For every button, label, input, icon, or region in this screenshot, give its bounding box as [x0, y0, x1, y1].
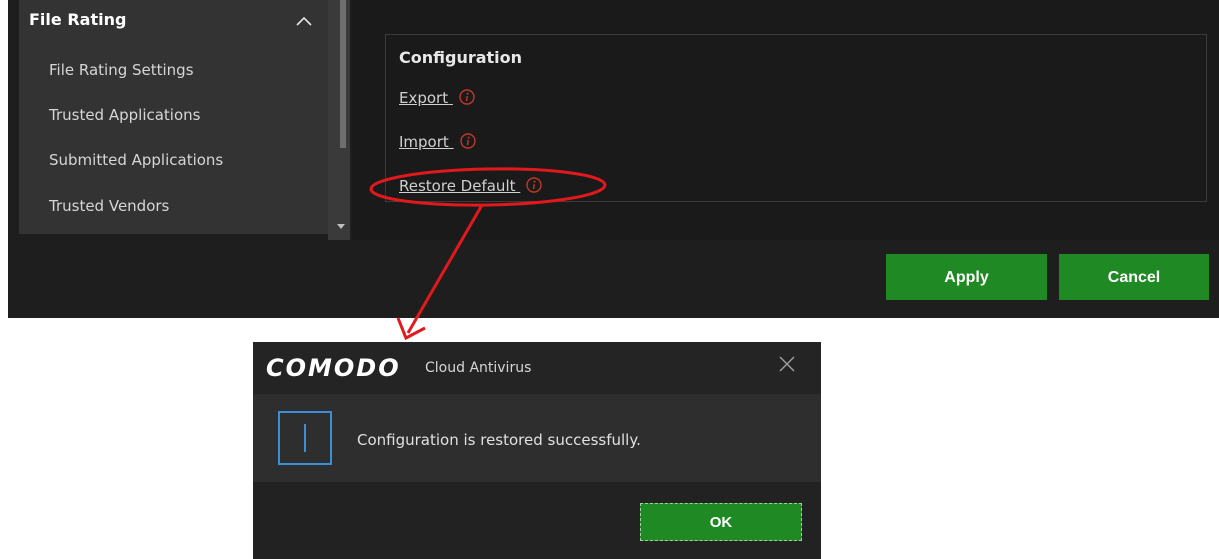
- chevron-up-icon[interactable]: [295, 12, 313, 30]
- sidebar-item-submitted-applications[interactable]: Submitted Applications: [49, 151, 309, 179]
- annotation-arrow-head: [396, 317, 426, 341]
- close-icon[interactable]: [777, 354, 797, 374]
- sidebar-item-label: Trusted Applications: [49, 106, 201, 124]
- sidebar-item-trusted-applications[interactable]: Trusted Applications: [49, 106, 309, 134]
- configuration-title: Configuration: [399, 48, 523, 67]
- export-link[interactable]: Export: [399, 89, 475, 107]
- import-label: Import: [399, 133, 449, 151]
- import-link[interactable]: Import: [399, 133, 476, 151]
- main-panel: Configuration Export Import Restore Defa…: [352, 0, 1219, 240]
- sidebar-item-file-rating-settings[interactable]: File Rating Settings: [49, 61, 309, 89]
- brand-logo: COMODO: [266, 354, 401, 382]
- ok-button[interactable]: OK: [640, 503, 802, 541]
- sidebar-scrollbar[interactable]: [328, 0, 350, 240]
- info-icon[interactable]: [459, 133, 476, 149]
- scrollbar-thumb[interactable]: [340, 0, 346, 148]
- restore-default-label: Restore Default: [399, 177, 516, 195]
- restore-dialog: COMODO Cloud Antivirus Configuration is …: [253, 342, 821, 559]
- info-icon[interactable]: [526, 177, 542, 193]
- product-name: Cloud Antivirus: [425, 360, 532, 376]
- dialog-titlebar: COMODO Cloud Antivirus: [253, 342, 821, 394]
- sidebar-section-file-rating[interactable]: File Rating: [19, 0, 328, 40]
- sidebar-item-trusted-vendors[interactable]: Trusted Vendors: [49, 197, 309, 225]
- dialog-body: Configuration is restored successfully.: [253, 394, 821, 482]
- settings-window: File Rating File Rating Settings Trusted…: [8, 0, 1219, 318]
- sidebar-item-label: Trusted Vendors: [49, 197, 170, 215]
- sidebar-item-label: File Rating Settings: [49, 61, 194, 79]
- scroll-down-arrow-icon[interactable]: [337, 224, 345, 229]
- cancel-button[interactable]: Cancel: [1059, 254, 1209, 300]
- restore-default-link[interactable]: Restore Default: [399, 177, 542, 195]
- sidebar-section-title: File Rating: [29, 10, 127, 29]
- export-label: Export: [399, 89, 449, 107]
- configuration-group: Configuration Export Import Restore Defa…: [385, 34, 1207, 202]
- dialog-message: Configuration is restored successfully.: [357, 431, 641, 449]
- info-icon[interactable]: [459, 89, 475, 105]
- info-icon: [278, 411, 332, 465]
- apply-button[interactable]: Apply: [886, 254, 1047, 300]
- sidebar: File Rating File Rating Settings Trusted…: [19, 0, 328, 234]
- sidebar-item-label: Submitted Applications: [49, 151, 224, 169]
